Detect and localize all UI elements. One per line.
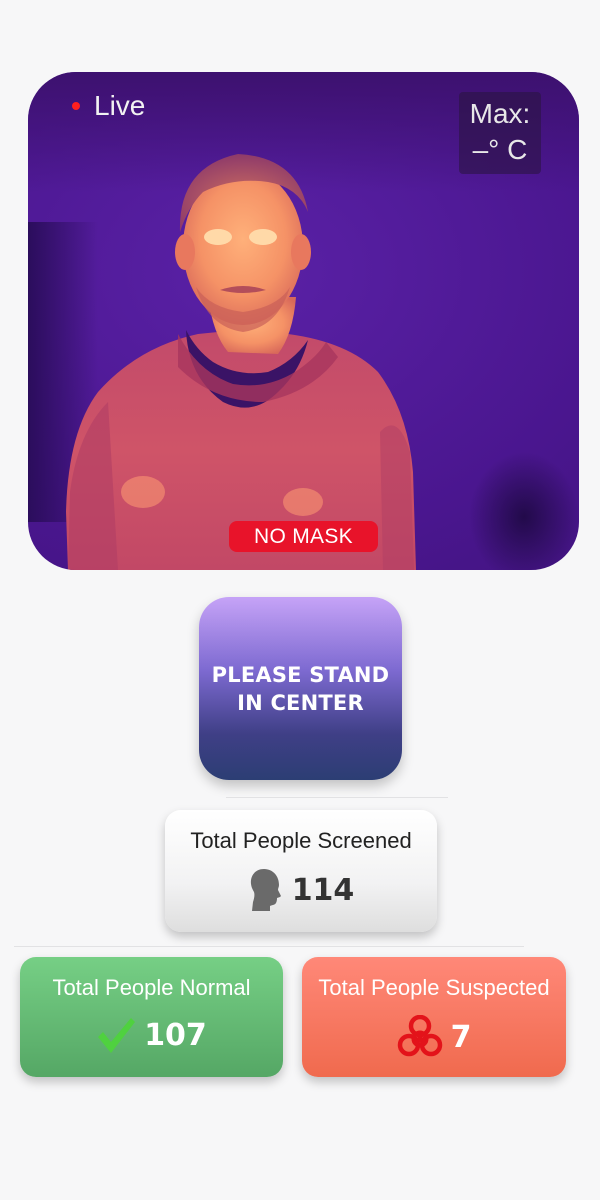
instruction-button[interactable]: PLEASE STAND IN CENTER (199, 597, 402, 780)
max-temperature-readout: Max: –° C (459, 92, 541, 174)
head-icon (250, 869, 281, 911)
biohazard-icon (397, 1015, 442, 1057)
instruction-line-1: PLEASE STAND (211, 662, 390, 687)
live-indicator: Live (72, 90, 145, 122)
check-icon (98, 1018, 136, 1053)
live-dot-icon (72, 102, 80, 110)
live-label: Live (94, 90, 146, 121)
normal-label: Total People Normal (52, 975, 251, 1000)
thermal-camera-feed: Live Max: –° C NO MASK (28, 72, 579, 570)
suspected-card: Total People Suspected 7 (302, 957, 566, 1077)
max-temperature-label: Max: (469, 98, 531, 129)
divider-top (226, 797, 448, 798)
screened-label: Total People Screened (190, 828, 412, 853)
max-temperature-value: –° C (472, 134, 528, 165)
screened-count: 114 (291, 872, 355, 908)
normal-card: Total People Normal 107 (20, 957, 283, 1077)
instruction-line-2: IN CENTER (237, 690, 364, 715)
mask-status-badge: NO MASK (229, 521, 378, 552)
screened-card: Total People Screened 114 (165, 810, 437, 932)
suspected-count: 7 (450, 1019, 472, 1055)
divider-bottom (14, 946, 524, 947)
suspected-label: Total People Suspected (318, 975, 550, 1000)
normal-count: 107 (144, 1017, 207, 1053)
